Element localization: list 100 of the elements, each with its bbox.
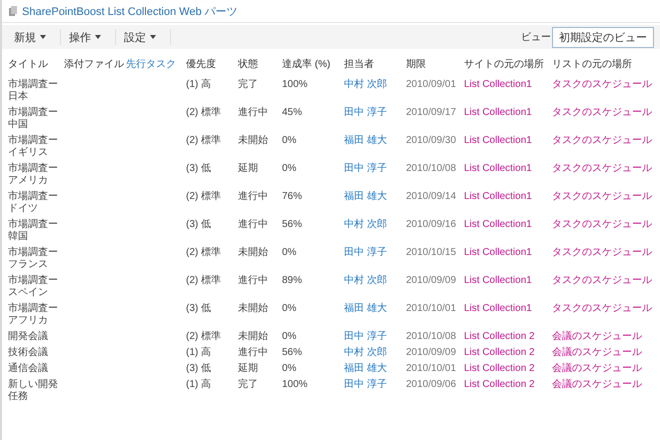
site-link[interactable]: List Collection 2 [464,363,535,374]
assignee-link[interactable]: 中村 次郎 [344,275,387,286]
assignee-link[interactable]: 田中 淳子 [344,107,387,118]
due-date-cell: 2010/09/06 [406,379,456,390]
task-title[interactable]: 技術会議 [8,347,58,359]
view-selector[interactable]: 初期設定のビュー [552,26,654,48]
progress-cell: 0% [282,363,296,374]
status-cell: 進行中 [238,191,268,202]
status-cell: 未開始 [238,135,268,146]
list-link[interactable]: タスクのスケジュール [552,135,652,146]
site-link[interactable]: List Collection1 [464,135,532,146]
column-header[interactable]: 期限 [406,59,426,70]
task-title[interactable]: 市場調査ー日本 [8,79,58,103]
list-link[interactable]: タスクのスケジュール [552,247,652,258]
column-header[interactable]: 先行タスク [126,59,176,70]
site-link[interactable]: List Collection1 [464,247,532,258]
column-header[interactable]: 担当者 [344,59,374,70]
list-link[interactable]: 会議のスケジュール [552,347,642,358]
task-title[interactable]: 新しい開発任務 [8,379,58,403]
task-title[interactable]: 市場調査ー韓国 [8,219,58,243]
task-title[interactable]: 開発会議 [8,331,58,343]
progress-cell: 0% [282,247,296,258]
progress-cell: 45% [282,107,302,118]
due-date-cell: 2010/10/15 [406,247,456,258]
progress-cell: 0% [282,331,296,342]
column-header[interactable]: 状態 [238,59,258,70]
priority-cell: (1) 高 [186,347,211,358]
site-link[interactable]: List Collection1 [464,191,532,202]
priority-cell: (2) 標準 [186,275,221,286]
task-title[interactable]: 市場調査ースペイン [8,275,58,299]
task-title[interactable]: 市場調査ー中国 [8,107,58,131]
caret-icon [150,35,156,39]
assignee-link[interactable]: 福田 雄大 [344,303,387,314]
site-link[interactable]: List Collection1 [464,163,532,174]
assignee-link[interactable]: 福田 雄大 [344,135,387,146]
due-date-cell: 2010/09/01 [406,79,456,90]
assignee-link[interactable]: 中村 次郎 [344,79,387,90]
task-title[interactable]: 市場調査ーアメリカ [8,163,58,187]
task-title[interactable]: 市場調査ーフランス [8,247,58,271]
site-link[interactable]: List Collection 2 [464,379,535,390]
progress-cell: 76% [282,191,302,202]
priority-cell: (2) 標準 [186,331,221,342]
progress-cell: 56% [282,219,302,230]
assignee-link[interactable]: 中村 次郎 [344,347,387,358]
assignee-link[interactable]: 田中 淳子 [344,331,387,342]
priority-cell: (1) 高 [186,379,211,390]
priority-cell: (2) 標準 [186,107,221,118]
column-header[interactable]: 添付ファイル [64,59,124,70]
progress-cell: 100% [282,79,308,90]
list-link[interactable]: 会議のスケジュール [552,379,642,390]
assignee-link[interactable]: 田中 淳子 [344,163,387,174]
status-cell: 延期 [238,363,258,374]
column-header[interactable]: サイトの元の場所 [464,59,544,70]
list-link[interactable]: タスクのスケジュール [552,107,652,118]
assignee-link[interactable]: 中村 次郎 [344,219,387,230]
list-link[interactable]: タスクのスケジュール [552,79,652,90]
list-link[interactable]: 会議のスケジュール [552,331,642,342]
status-cell: 未開始 [238,247,268,258]
assignee-link[interactable]: 福田 雄大 [344,191,387,202]
task-title[interactable]: 市場調査ードイツ [8,191,58,215]
site-link[interactable]: List Collection1 [464,219,532,230]
list-link[interactable]: 会議のスケジュール [552,363,642,374]
webpart-title[interactable]: SharePointBoost List Collection Web パーツ [22,4,238,18]
due-date-cell: 2010/09/16 [406,219,456,230]
list-link[interactable]: タスクのスケジュール [552,191,652,202]
site-link[interactable]: List Collection 2 [464,347,535,358]
column-header[interactable]: リストの元の場所 [552,59,632,70]
status-cell: 進行中 [238,275,268,286]
site-link[interactable]: List Collection 2 [464,331,535,342]
column-header[interactable]: タイトル [8,59,48,70]
list-link[interactable]: タスクのスケジュール [552,275,652,286]
progress-cell: 0% [282,135,296,146]
priority-cell: (3) 低 [186,363,211,374]
menu-button[interactable]: 操作 [61,29,116,45]
assignee-link[interactable]: 田中 淳子 [344,379,387,390]
list-link[interactable]: タスクのスケジュール [552,219,652,230]
menu-button[interactable]: 新規 [6,29,61,45]
site-link[interactable]: List Collection1 [464,79,532,90]
site-link[interactable]: List Collection1 [464,275,532,286]
due-date-cell: 2010/10/08 [406,331,456,342]
due-date-cell: 2010/09/09 [406,275,456,286]
list-link[interactable]: タスクのスケジュール [552,303,652,314]
due-date-cell: 2010/09/17 [406,107,456,118]
status-cell: 未開始 [238,331,268,342]
webpart-icon [8,5,18,17]
assignee-link[interactable]: 福田 雄大 [344,363,387,374]
column-header[interactable]: 達成率 (%) [282,59,330,70]
assignee-link[interactable]: 田中 淳子 [344,247,387,258]
status-cell: 完了 [238,79,258,90]
list-link[interactable]: タスクのスケジュール [552,163,652,174]
column-header[interactable]: 優先度 [186,59,216,70]
task-title[interactable]: 市場調査ーアフリカ [8,303,58,327]
task-title[interactable]: 市場調査ーイギリス [8,135,58,159]
menu-button[interactable]: 設定 [116,29,171,45]
task-title[interactable]: 通信会議 [8,363,58,375]
priority-cell: (3) 低 [186,303,211,314]
due-date-cell: 2010/10/01 [406,363,456,374]
site-link[interactable]: List Collection1 [464,107,532,118]
status-cell: 完了 [238,379,258,390]
site-link[interactable]: List Collection1 [464,303,532,314]
